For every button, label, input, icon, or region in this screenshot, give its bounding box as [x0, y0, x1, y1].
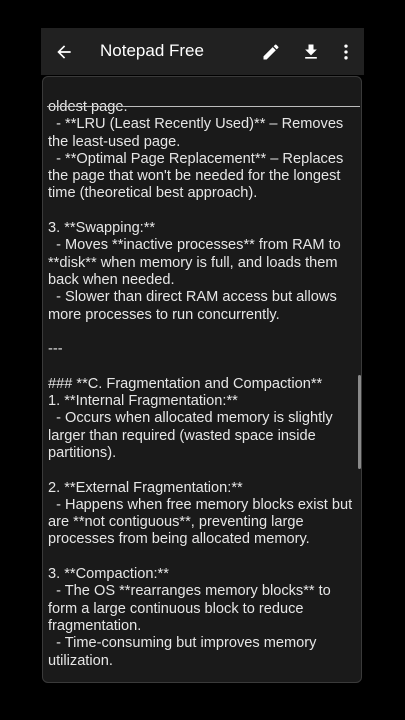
edit-button[interactable]	[251, 28, 291, 75]
download-button[interactable]	[291, 28, 331, 75]
note-content[interactable]: oldest page. - **LRU (Least Recently Use…	[48, 99, 353, 670]
divider	[47, 106, 360, 107]
arrow-back-icon	[54, 42, 74, 62]
app-bar: Notepad Free	[41, 28, 364, 75]
app-title: Notepad Free	[100, 41, 204, 60]
note-editor[interactable]: oldest page. - **LRU (Least Recently Use…	[42, 76, 362, 683]
pencil-icon	[261, 42, 281, 62]
more-vertical-icon	[336, 42, 356, 62]
download-icon	[301, 42, 321, 62]
back-button[interactable]	[44, 28, 84, 75]
scrollbar-thumb[interactable]	[358, 375, 361, 469]
more-options-button[interactable]	[326, 28, 366, 75]
